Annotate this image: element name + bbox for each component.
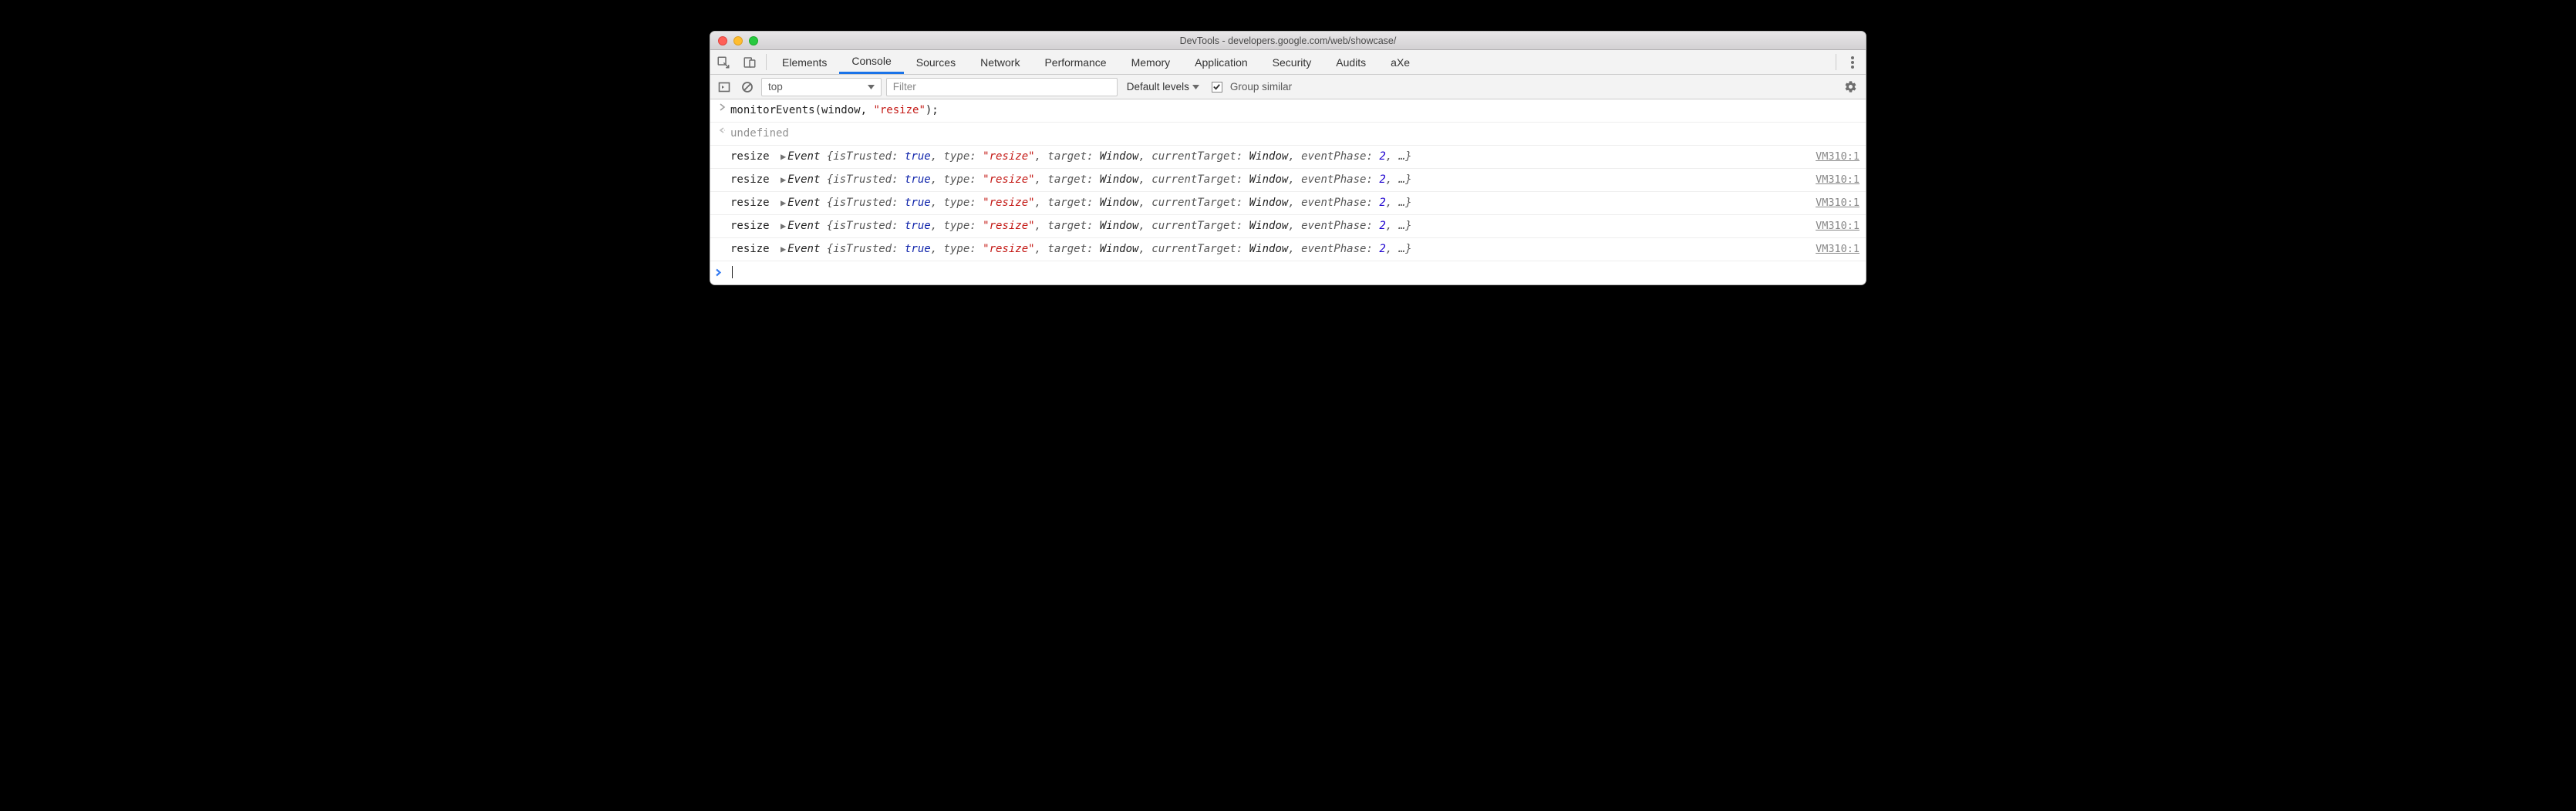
expand-object-icon[interactable]: ▶ (781, 196, 786, 210)
titlebar[interactable]: DevTools - developers.google.com/web/sho… (710, 32, 1866, 50)
zoom-icon[interactable] (749, 36, 758, 45)
levels-label: Default levels (1127, 81, 1189, 93)
source-link[interactable]: VM310:1 (1816, 149, 1860, 164)
console-log-row: resize ▶Event {isTrusted: true, type: "r… (710, 238, 1866, 261)
close-icon[interactable] (718, 36, 727, 45)
log-content[interactable]: resize ▶Event {isTrusted: true, type: "r… (730, 241, 1816, 257)
separator (766, 54, 767, 70)
context-label: top (768, 81, 783, 93)
tab-performance[interactable]: Performance (1032, 50, 1118, 74)
log-gutter (715, 218, 730, 219)
traffic-lights (718, 36, 758, 45)
console-output: monitorEvents(window, "resize"); undefin… (710, 99, 1866, 284)
tab-console[interactable]: Console (839, 50, 903, 74)
console-log-row: resize ▶Event {isTrusted: true, type: "r… (710, 215, 1866, 238)
panel-tabs: ElementsConsoleSourcesNetworkPerformance… (710, 50, 1866, 75)
log-levels-selector[interactable]: Default levels (1127, 81, 1199, 93)
tab-application[interactable]: Application (1182, 50, 1260, 74)
console-toolbar: top Default levels Group similar (710, 75, 1866, 99)
return-arrow-icon (715, 126, 730, 134)
console-prompt[interactable] (710, 261, 1866, 284)
tab-security[interactable]: Security (1260, 50, 1324, 74)
log-gutter (715, 241, 730, 242)
console-log-row: resize ▶Event {isTrusted: true, type: "r… (710, 169, 1866, 192)
console-log-row: resize ▶Event {isTrusted: true, type: "r… (710, 192, 1866, 215)
console-log-row: resize ▶Event {isTrusted: true, type: "r… (710, 146, 1866, 169)
expand-object-icon[interactable]: ▶ (781, 150, 786, 163)
tab-audits[interactable]: Audits (1323, 50, 1378, 74)
log-content[interactable]: resize ▶Event {isTrusted: true, type: "r… (730, 149, 1816, 165)
group-similar-label: Group similar (1230, 81, 1292, 93)
source-link[interactable]: VM310:1 (1816, 195, 1860, 210)
log-content[interactable]: resize ▶Event {isTrusted: true, type: "r… (730, 218, 1816, 234)
devtools-window: DevTools - developers.google.com/web/sho… (710, 31, 1866, 285)
expand-object-icon[interactable]: ▶ (781, 219, 786, 233)
device-toolbar-icon[interactable] (737, 50, 763, 74)
group-similar-checkbox[interactable] (1212, 82, 1222, 93)
minimize-icon[interactable] (733, 36, 743, 45)
filter-input[interactable] (886, 78, 1118, 96)
console-input-echo: monitorEvents(window, "resize"); (710, 99, 1866, 123)
source-link[interactable]: VM310:1 (1816, 241, 1860, 257)
inspect-element-icon[interactable] (710, 50, 737, 74)
clear-console-icon[interactable] (738, 78, 757, 96)
tab-network[interactable]: Network (968, 50, 1032, 74)
input-code[interactable]: monitorEvents(window, "resize"); (730, 103, 1860, 119)
toggle-console-sidebar-icon[interactable] (715, 78, 733, 96)
log-content[interactable]: resize ▶Event {isTrusted: true, type: "r… (730, 172, 1816, 188)
log-gutter (715, 195, 730, 196)
prompt-chevron-icon (715, 268, 730, 277)
chevron-down-icon (868, 85, 875, 89)
source-link[interactable]: VM310:1 (1816, 172, 1860, 187)
log-gutter (715, 172, 730, 173)
expand-object-icon[interactable]: ▶ (781, 173, 786, 187)
console-settings-icon[interactable] (1839, 76, 1861, 98)
execution-context-selector[interactable]: top (761, 78, 882, 96)
tab-sources[interactable]: Sources (904, 50, 968, 74)
chevron-down-icon (1192, 85, 1199, 89)
more-menu-icon[interactable] (1839, 50, 1866, 74)
tab-elements[interactable]: Elements (770, 50, 839, 74)
cursor (732, 266, 733, 278)
expand-object-icon[interactable]: ▶ (781, 242, 786, 256)
source-link[interactable]: VM310:1 (1816, 218, 1860, 234)
console-return-row: undefined (710, 123, 1866, 146)
window-title: DevTools - developers.google.com/web/sho… (710, 35, 1866, 46)
return-value: undefined (730, 126, 789, 142)
input-chevron-icon (715, 103, 730, 111)
log-gutter (715, 149, 730, 150)
tab-memory[interactable]: Memory (1119, 50, 1183, 74)
log-content[interactable]: resize ▶Event {isTrusted: true, type: "r… (730, 195, 1816, 211)
tab-axe[interactable]: aXe (1378, 50, 1422, 74)
